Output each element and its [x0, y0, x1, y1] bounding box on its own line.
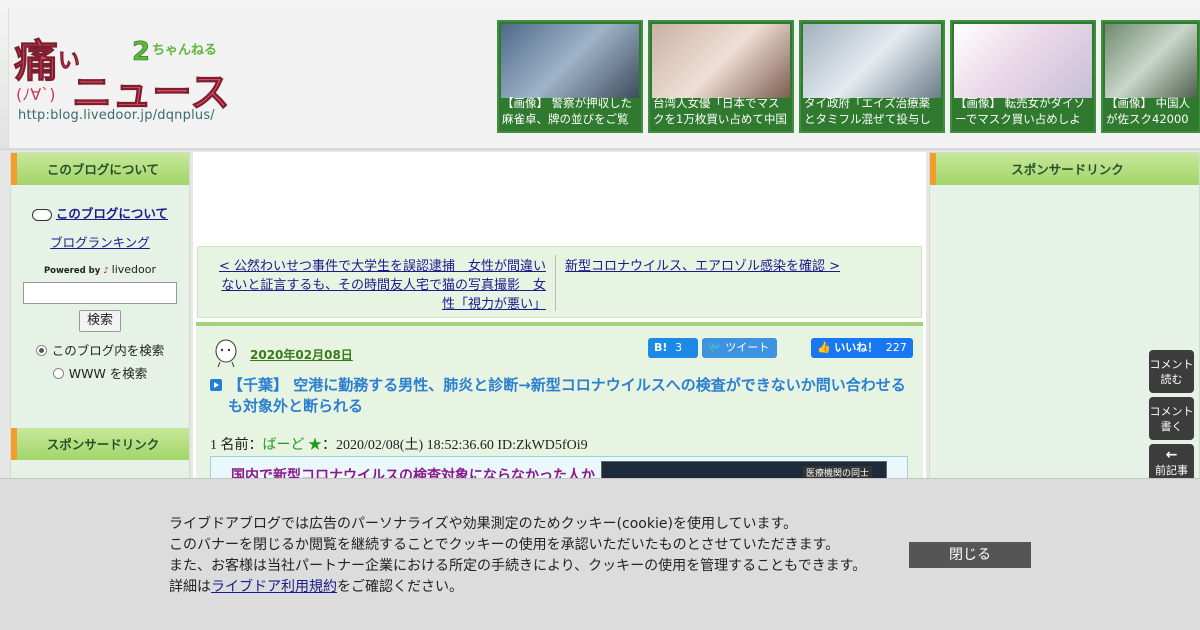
res-number: 1	[210, 438, 217, 453]
res-name-label: 名前：	[220, 438, 263, 453]
thumb-caption: 【画像】 転売女がダイソーでマスク買い占めしようと	[955, 96, 1086, 129]
prev-next-nav: < 公然わいせつ事件で大学生を誤認逮捕 女性が間違いないと証言するも、その時間友…	[197, 246, 922, 318]
character-icon	[215, 339, 237, 368]
hatena-count: 3	[675, 341, 683, 354]
radio-www-search[interactable]: WWW を検索	[11, 363, 189, 382]
about-blog-label: このブログについて	[55, 206, 169, 221]
cookie-line: このバナーを閉じるか閲覧を継続することでクッキーの使用を承認いただいたものとさせ…	[169, 537, 840, 553]
post-title[interactable]: 【千葉】 空港に勤務する男性、肺炎と診断→新型コロナウイルスへの検査ができないか…	[228, 375, 908, 417]
radio-blog-icon[interactable]	[35, 345, 47, 356]
arrow-left-icon: ←	[1165, 447, 1178, 463]
hatena-bookmark-button[interactable]: B! 3	[648, 338, 698, 358]
cookie-line: また、お客様は当社パートナー企業における所定の手続きにより、クッキーの使用を管理…	[169, 558, 867, 574]
res-name: ばーど ★	[262, 438, 323, 453]
radio-www-label: WWW を検索	[68, 366, 148, 381]
thumb-caption: 台湾人女優「日本でマスクを1万枚買い占めて中国に	[653, 96, 787, 129]
search-button[interactable]: 検索	[79, 310, 121, 332]
cookie-banner: ライブドアブログでは広告のパーソナライズや効果測定のためクッキー(cookie)…	[0, 478, 1200, 630]
terms-link[interactable]: ライブドア利用規約	[211, 579, 337, 595]
read-comments-button[interactable]: コメント読む	[1149, 350, 1194, 393]
svg-text:痛: 痛	[14, 36, 58, 87]
search-input[interactable]	[23, 282, 177, 304]
article: 2020年02月08日 B! 3 🐦 ツイート 👍 いいね！ 227 【千葉】 …	[196, 322, 923, 486]
radio-blog-search[interactable]: このブログ内を検索	[11, 340, 189, 359]
hatena-label: B!	[654, 341, 668, 354]
like-count: 227	[885, 341, 907, 354]
powered-by-livedoor[interactable]: Powered by ♪ livedoor	[11, 263, 189, 276]
thumb-caption: タイ政府「エイズ治療薬とタミフル混ぜて投与したら	[804, 96, 931, 129]
sidebar-heading-sponsor-right: スポンサードリンク	[930, 153, 1199, 185]
res-header: 1 名前：ばーど ★：2020/02/08(土) 18:52:36.60 ID:…	[210, 434, 588, 454]
next-article-link[interactable]: 新型コロナウイルス、エアロゾル感染を確認 >	[565, 257, 840, 276]
write-comment-button[interactable]: コメント書く	[1149, 397, 1194, 440]
related-thumb[interactable]: 【画像】 中国人が佐スク42000個買い占	[1101, 20, 1200, 133]
svg-text:2: 2	[132, 37, 150, 67]
like-label: いいね！	[834, 341, 879, 354]
cookie-line: ライブドアブログでは広告のパーソナライズや効果測定のためクッキー(cookie)…	[169, 516, 798, 532]
nav-divider	[555, 255, 556, 311]
cookie-line: 詳細はライブドア利用規約をご確認ください。	[169, 577, 866, 598]
post-date[interactable]: 2020年02月08日	[250, 346, 353, 363]
logo-url-text: http:blog.livedoor.jp/dqnplus/	[18, 108, 215, 123]
prev-article-link[interactable]: < 公然わいせつ事件で大学生を誤認逮捕 女性が間違いないと証言するも、その時間友…	[216, 257, 546, 314]
related-thumb[interactable]: 【画像】 警察が押収した麻雀卓、牌の並びをご覧くだ	[497, 20, 643, 133]
site-header: 痛 い (ﾉ∀`) ニュース 2 ちゃんねる http:blog.livedoo…	[0, 0, 1200, 150]
facebook-like-button[interactable]: 👍 いいね！ 227	[811, 338, 913, 358]
related-thumb[interactable]: 【画像】 転売女がダイソーでマスク買い占めしようと	[950, 20, 1096, 133]
thumb-image	[1105, 24, 1197, 98]
cookie-detail-prefix: 詳細は	[169, 579, 211, 595]
livedoor-label: livedoor	[111, 263, 157, 276]
left-sidebar: このブログについて このブログについて ブログランキング Powered by …	[10, 152, 190, 482]
thumb-image	[803, 24, 941, 98]
related-thumb[interactable]: 台湾人女優「日本でマスクを1万枚買い占めて中国に	[648, 20, 794, 133]
cookie-detail-suffix: をご確認ください。	[337, 579, 463, 595]
powered-by-label: Powered by	[43, 266, 101, 276]
thumbs-up-icon: 👍	[817, 341, 831, 354]
blog-ranking-link[interactable]: ブログランキング	[11, 232, 189, 251]
prev-post-label: 前記事	[1155, 464, 1188, 477]
related-thumb[interactable]: タイ政府「エイズ治療薬とタミフル混ぜて投与したら	[799, 20, 945, 133]
tweet-label: ツイート	[725, 341, 770, 354]
livedoor-mark-icon: ♪	[103, 266, 109, 276]
sidebar-heading-about: このブログについて	[11, 153, 189, 185]
ad-space	[193, 152, 926, 244]
twitter-bird-icon: 🐦	[708, 341, 722, 354]
tweet-button[interactable]: 🐦 ツイート	[702, 338, 777, 358]
cookie-text: ライブドアブログでは広告のパーソナライズや効果測定のためクッキー(cookie)…	[169, 514, 866, 598]
thumb-image	[652, 24, 790, 98]
thumb-caption: 【画像】 警察が押収した麻雀卓、牌の並びをご覧くだ	[502, 96, 633, 129]
svg-text:(ﾉ∀`): (ﾉ∀`)	[16, 85, 55, 104]
thumb-image	[501, 24, 639, 98]
related-thumbnails: 【画像】 警察が押収した麻雀卓、牌の並びをご覧くだ 台湾人女優「日本でマスクを1…	[497, 20, 1200, 133]
sidebar-heading-sponsor: スポンサードリンク	[11, 428, 189, 460]
play-icon	[210, 379, 222, 391]
radio-www-icon[interactable]	[52, 368, 64, 379]
radio-blog-label: このブログ内を検索	[51, 343, 165, 358]
res-meta: ：2020/02/08(土) 18:52:36.60 ID:ZkWD5fOi9	[322, 438, 588, 453]
thumb-image	[954, 24, 1092, 98]
face-icon	[31, 208, 52, 221]
thumb-caption: 【画像】 中国人が佐スク42000個買い占	[1106, 96, 1191, 129]
cookie-close-button[interactable]: 閉じる	[909, 542, 1031, 568]
about-blog-link[interactable]: このブログについて	[11, 203, 189, 222]
main-content: < 公然わいせつ事件で大学生を誤認逮捕 女性が間違いないと証言するも、その時間友…	[193, 152, 926, 486]
svg-text:ちゃんねる: ちゃんねる	[152, 43, 217, 58]
